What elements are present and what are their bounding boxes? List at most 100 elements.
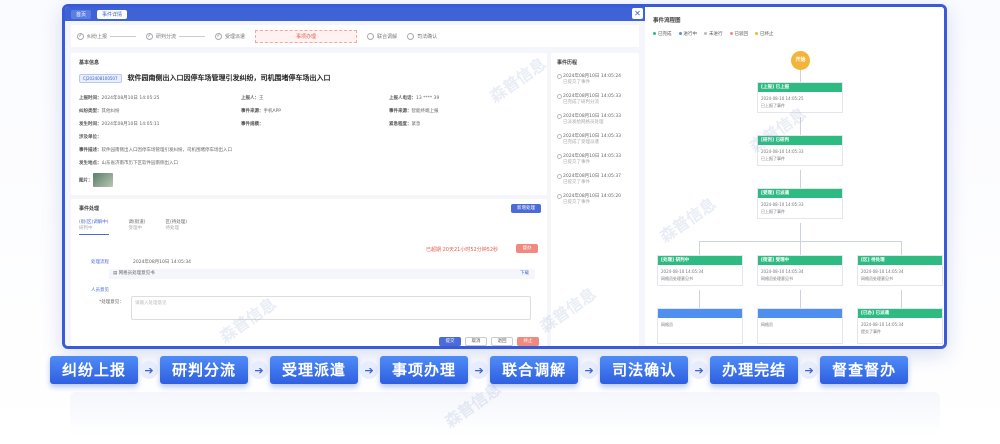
legend-label: 未进行 xyxy=(709,32,723,37)
tab-home[interactable]: 首页 xyxy=(71,9,92,19)
receipt-label: 处理流程 xyxy=(91,260,109,265)
step-2: ✓ 研判分流 xyxy=(146,32,206,40)
receipt-time: 2024年08月10日 14:05:34 xyxy=(133,260,192,265)
connector xyxy=(901,290,902,308)
flow-node-dispatch[interactable]: [受理] 已派遣 2024-08-10 14:05:33 已上报了事件 xyxy=(757,188,843,219)
step-label: 纠纷上报 xyxy=(87,33,108,40)
step-6: 司法确认 xyxy=(407,32,438,40)
event-photo[interactable] xyxy=(92,173,113,187)
workflow-stage: 办理完结 xyxy=(710,356,799,384)
submit-button[interactable]: 提交 xyxy=(439,337,461,346)
arrow-right-icon: ➔ xyxy=(360,361,379,379)
window-tabbar: 首页 事件详情 ✕ xyxy=(65,7,645,21)
timeline-panel: 事件历程 2024年08月10日 14:05:24 已提交了事件 2024年08月1… xyxy=(551,53,639,346)
flowchart-title: 事件流程图 xyxy=(653,18,681,24)
flowchart-pane: 事件流程图 已完成 进行中 未进行 已驳回 已终止 开始 [上报] 已上报 2024-08… xyxy=(645,7,944,346)
arrow-right-icon: ➔ xyxy=(800,361,819,379)
basic-info-panel: 基本信息 CJ202408100507 软件园南侧出入口因停车场管理引发纠纷，司… xyxy=(71,53,547,195)
legend-dot-icon xyxy=(704,32,707,35)
progress-steps: ✓ 纠纷上报 ✓ 研判分流 ✓ 受理派遣 事项办理 联合调解 司法确认 xyxy=(71,25,639,47)
field-photo: 图片： xyxy=(79,173,113,187)
field-source: 事件来源：手机APP xyxy=(241,109,282,114)
field-location: 发生地点：山东省济南市历下区软件园南侧出入口 xyxy=(79,161,178,166)
supervise-button[interactable]: 督办 xyxy=(516,244,538,253)
step-label: 司法确认 xyxy=(417,33,438,40)
flowchart-legend: 已完成 进行中 未进行 已驳回 已终止 xyxy=(653,31,774,37)
timeline-item: 2024年08月10日 14:05:33 已派发给网格员处理 xyxy=(557,113,637,125)
cancel-button[interactable]: 取消 xyxy=(465,337,487,346)
flow-node-handle[interactable]: [处理] 研判中 2024-08-10 14:05:34 网格员处理意见书 xyxy=(657,255,743,286)
field-occur-time: 发生时间：2024年08月10日 14:05:11 xyxy=(79,122,160,127)
handling-tab-3[interactable]: 区(待处理) 待处理 xyxy=(166,219,188,235)
arrow-right-icon: ➔ xyxy=(140,361,159,379)
step-label: 研判分流 xyxy=(156,33,177,40)
check-icon: ✓ xyxy=(146,32,154,40)
legend-label: 已完成 xyxy=(658,32,672,37)
connector xyxy=(800,290,801,308)
step-5: 联合调解 xyxy=(367,32,398,40)
basic-info-title: 基本信息 xyxy=(79,60,100,66)
field-source-2: 事件来源：智能终端上报 xyxy=(389,109,439,114)
legend-item: 已驳回 xyxy=(729,31,748,37)
workflow-stage: 司法确认 xyxy=(600,356,689,384)
flow-node-district[interactable]: [区] 待处理 2024-08-10 14:05:34 网格员处理意见书 xyxy=(857,255,943,286)
field-scale: 事件规模： xyxy=(241,122,264,127)
timeline-text: 已派发给网格员处理 xyxy=(563,120,604,125)
event-title: 软件园南侧出入口因停车场管理引发纠纷，司机围堵停车场出入口 xyxy=(127,74,331,82)
arrow-right-icon: ➔ xyxy=(580,361,599,379)
legend-item: 已完成 xyxy=(653,31,672,37)
step-3: ✓ 受理派遣 xyxy=(215,32,246,40)
download-link[interactable]: 下载 xyxy=(520,269,529,279)
event-id-badge: CJ202408100507 xyxy=(79,73,122,83)
field-units: 涉及单位： xyxy=(79,135,102,140)
field-dispute-type: 纠纷类型：其他纠纷 xyxy=(79,109,120,114)
circle-icon xyxy=(407,32,415,40)
timeline-item: 2024年08月10日 14:05:24 已提交了事件 xyxy=(557,73,637,85)
handling-tab-1[interactable]: (街(区)调解中) 研判中 xyxy=(79,219,109,235)
return-button[interactable]: 退回 xyxy=(491,337,513,346)
timeline-text: 已提交了事件 xyxy=(563,180,590,185)
flow-node-pending-1[interactable]: 网格员 xyxy=(657,308,743,344)
opinion-textarea[interactable]: 请输入处理意见 xyxy=(131,296,531,320)
arrow-right-icon: ➔ xyxy=(250,361,269,379)
start-node: 开始 xyxy=(791,51,810,70)
connector xyxy=(699,290,700,308)
connector xyxy=(699,241,700,255)
workflow-stage: 研判分流 xyxy=(160,356,249,384)
legend-dot-icon xyxy=(678,32,682,35)
flow-node-analyze[interactable]: [研判] 已研判 2024-08-10 14:05:33 已上报了事件 xyxy=(757,135,843,166)
connector xyxy=(800,170,801,188)
field-reporter-phone: 上报人电话：13 **** 39 xyxy=(389,96,440,101)
timeline-item: 2024年08月10日 14:05:33 已完成了受理派遣 xyxy=(557,133,637,145)
step-1: ✓ 纠纷上报 xyxy=(77,32,137,40)
overdue-text: 已超期 20天21小时52分钟52秒 xyxy=(426,247,499,253)
timeline-list: 2024年08月10日 14:05:24 已提交了事件 2024年08月10日 14… xyxy=(557,73,637,213)
timeline-text: 已完成了研判分流 xyxy=(563,100,599,105)
workflow-banner: 纠纷上报 ➔ 研判分流 ➔ 受理派遣 ➔ 事项办理 ➔ 联合调解 ➔ 司法确认 ➔ 办理完结 ➔ 督查督办 xyxy=(50,355,960,385)
timeline-text: 已提交了事件 xyxy=(563,160,590,165)
flow-node-report[interactable]: [上报] 已上报 2024-08-10 14:05:25 已上报了事件 xyxy=(757,82,843,113)
step-label: 联合调解 xyxy=(377,33,398,40)
legend-item: 进行中 xyxy=(678,31,697,37)
attachment-row: ▤ 网格员处理意见书 下载 xyxy=(109,269,535,279)
step-4-current: 事项办理 xyxy=(255,29,358,43)
timeline-item: 2024年08月10日 14:05:20 已提交了事件 xyxy=(557,193,637,205)
check-icon: ✓ xyxy=(77,32,84,40)
step-label: 受理派遣 xyxy=(225,33,246,40)
stage: 首页 事件详情 ✕ ✓ 纠纷上报 ✓ 研判分流 ✓ 受理派遣 事项办理 联合调解 司法… xyxy=(0,0,1000,444)
timeline-item: 2024年08月10日 14:05:37 已提交了事件 xyxy=(557,173,637,185)
field-description: 事件描述：软件园南侧出入口因停车场管理引发纠纷，司机围堵停车场出入口 xyxy=(79,148,232,153)
close-icon[interactable]: ✕ xyxy=(632,8,643,19)
flow-node-street[interactable]: [街道] 受理中 2024-08-10 14:05:34 网格员处理意见书 xyxy=(757,255,843,286)
terminate-button[interactable]: 终止 xyxy=(517,337,539,346)
tab-event-detail[interactable]: 事件详情 xyxy=(97,9,128,19)
legend-dot-icon xyxy=(729,32,733,35)
add-handling-button[interactable]: 新增处理 xyxy=(511,204,541,213)
flow-node-done[interactable]: [已办] 已派遣 2024-08-10 14:05:34 提交了事件 xyxy=(857,308,943,344)
check-icon: ✓ xyxy=(215,32,223,40)
flow-node-pending-2[interactable]: 网格员 xyxy=(757,308,843,344)
timeline-text: 已提交了事件 xyxy=(563,200,590,205)
reflection xyxy=(70,392,940,436)
handling-tab-2[interactable]: 调(街道) 受理中 xyxy=(129,219,146,235)
timeline-title: 事件历程 xyxy=(557,60,578,66)
